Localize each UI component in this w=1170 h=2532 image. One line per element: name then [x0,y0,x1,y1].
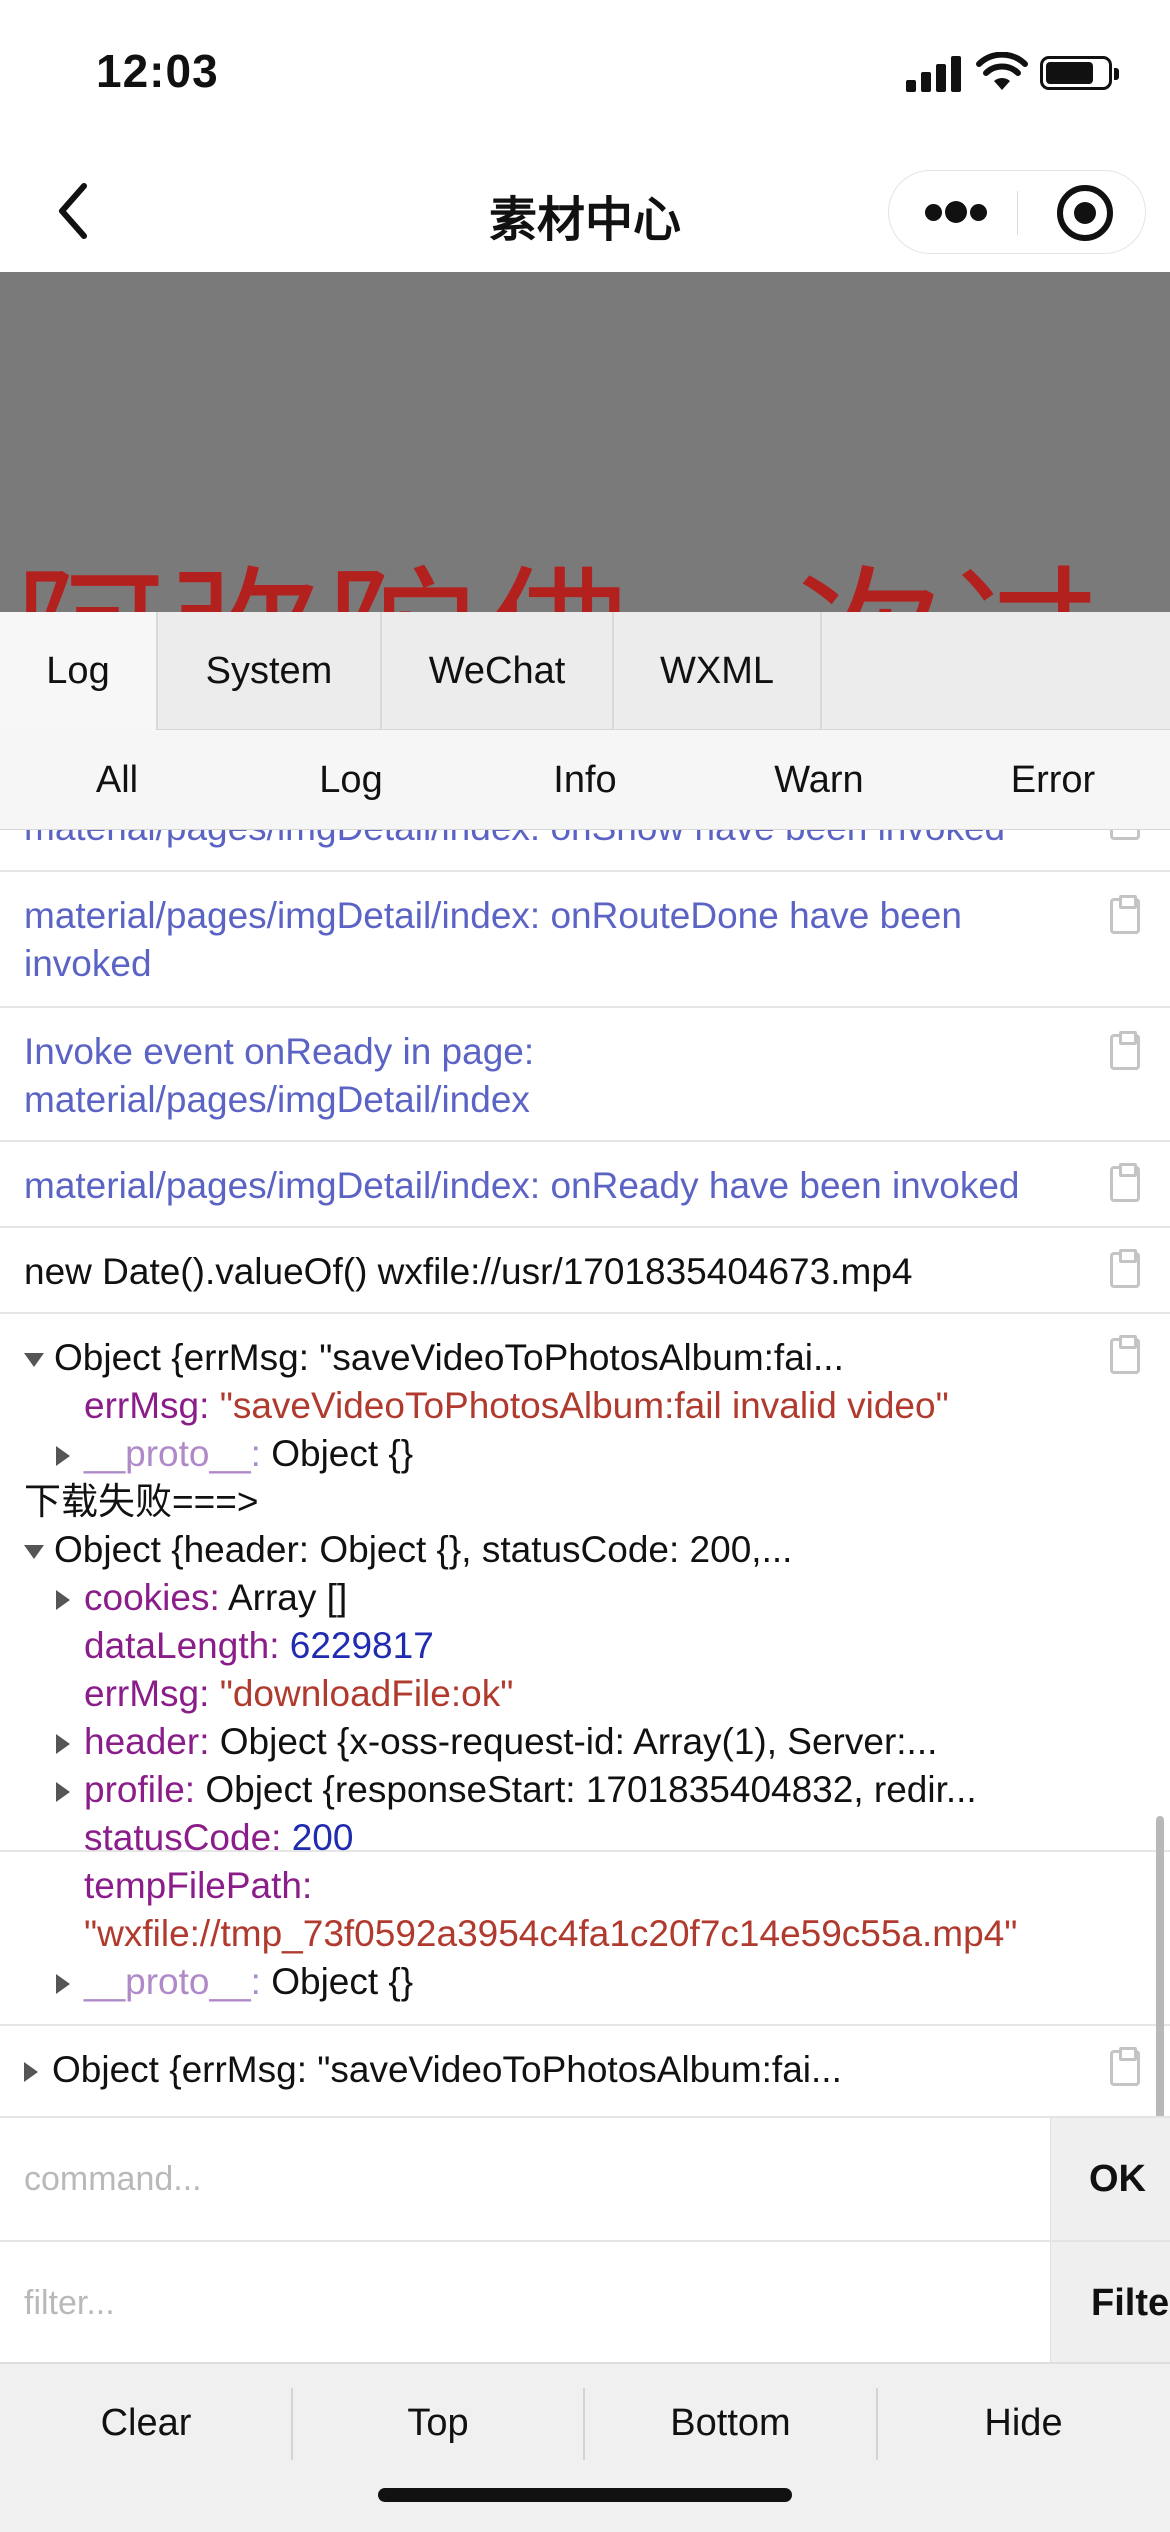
caret-down-icon [24,1545,44,1560]
property-row-profile[interactable]: profile: Object {responseStart: 17018354… [56,1766,977,1814]
vconsole-tabbar: Log System WeChat WXML [0,612,1170,730]
property-row-statuscode: statusCode: 200 [84,1817,354,1858]
more-icon[interactable] [925,201,987,225]
download-fail-message: 下载失败===> [24,1481,259,1522]
subtab-info[interactable]: Info [468,730,702,830]
copy-icon[interactable] [1110,830,1140,840]
tab-system[interactable]: System [158,612,382,730]
caret-right-icon [56,1446,70,1467]
close-target-icon[interactable] [1057,185,1113,241]
caret-right-icon [56,1590,70,1611]
hide-button[interactable]: Hide [877,2364,1170,2482]
property-row: errMsg: "saveVideoToPhotosAlbum:fail inv… [84,1385,949,1426]
property-row-errmsg: errMsg: "downloadFile:ok" [84,1673,514,1714]
filter-button[interactable]: Filter [1050,2242,1170,2364]
subtab-error[interactable]: Error [936,730,1170,830]
tab-wxml[interactable]: WXML [614,612,822,730]
copy-icon[interactable] [1110,1335,1140,1374]
log-message: new Date().valueOf() wxfile://usr/170183… [24,1251,913,1292]
status-time: 12:03 [96,45,219,97]
property-row-datalength: dataLength: 6229817 [84,1625,434,1666]
subtab-warn[interactable]: Warn [702,730,936,830]
subtab-all[interactable]: All [0,730,234,830]
property-row-proto[interactable]: __proto__: Object {} [56,1430,413,1478]
log-message: material/pages/imgDetail/index: onShow h… [24,830,1084,852]
banner-text: 阿弥陀佛一次过 [14,518,1106,612]
status-bar: 12:03 [0,0,1170,150]
miniprogram-capsule [888,170,1146,254]
property-row-proto[interactable]: __proto__: Object {} [56,1958,413,2006]
log-row: material/pages/imgDetail/index: onReady … [0,1142,1170,1228]
log-list[interactable]: material/pages/imgDetail/index: onShow h… [0,830,1170,2120]
object-node-expanded[interactable]: Object {header: Object {}, statusCode: 2… [24,1526,792,1574]
caret-right-icon [56,1734,70,1755]
clear-button[interactable]: Clear [0,2364,292,2482]
copy-icon[interactable] [1110,1031,1140,1070]
property-row-tempfilepath: tempFilePath: [84,1865,313,1906]
bottom-button[interactable]: Bottom [584,2364,877,2482]
property-row-header[interactable]: header: Object {x-oss-request-id: Array(… [56,1718,937,1766]
object-node-collapsed[interactable]: Object {errMsg: "saveVideoToPhotosAlbum:… [24,2046,842,2094]
home-indicator[interactable] [378,2488,792,2502]
log-row: material/pages/imgDetail/index: onShow h… [0,830,1170,872]
log-message: Invoke event onReady in page: material/p… [24,1031,535,1120]
property-row-cookies[interactable]: cookies: Array [] [56,1574,347,1622]
command-ok-button[interactable]: OK [1050,2118,1170,2240]
tab-log[interactable]: Log [0,612,158,730]
log-message: material/pages/imgDetail/index: onRouteD… [24,895,962,984]
cellular-signal-icon [906,56,962,92]
object-node-expanded[interactable]: Object {errMsg: "saveVideoToPhotosAlbum:… [24,1334,844,1382]
log-message: material/pages/imgDetail/index: onReady … [24,1165,1020,1206]
copy-icon[interactable] [1110,2047,1140,2086]
capsule-divider [1017,191,1018,235]
command-input[interactable] [0,2118,1050,2240]
caret-right-icon [56,1782,70,1803]
filter-row: Filter [0,2240,1170,2364]
nav-bar: 素材中心 [0,150,1170,272]
copy-icon[interactable] [1110,895,1140,934]
subtab-log[interactable]: Log [234,730,468,830]
caret-right-icon [24,2062,38,2083]
caret-down-icon [24,1353,44,1368]
vconsole-toolbar: Clear Top Bottom Hide [0,2362,1170,2532]
log-row: Object {errMsg: "saveVideoToPhotosAlbum:… [0,1314,1170,1852]
log-row: material/pages/imgDetail/index: onRouteD… [0,872,1170,1008]
command-row: OK [0,2116,1170,2240]
tab-wechat[interactable]: WeChat [382,612,614,730]
copy-icon[interactable] [1110,1249,1140,1288]
vconsole-panel: Log System WeChat WXML All Log Info Warn… [0,612,1170,2532]
log-row: Invoke event onReady in page: material/p… [0,1008,1170,1142]
caret-right-icon [56,1974,70,1995]
vconsole-subtabbar: All Log Info Warn Error [0,730,1170,830]
log-row: new Date().valueOf() wxfile://usr/170183… [0,1228,1170,1314]
log-row: Object {errMsg: "saveVideoToPhotosAlbum:… [0,2026,1170,2116]
top-button[interactable]: Top [292,2364,584,2482]
copy-icon[interactable] [1110,1163,1140,1202]
battery-icon [1040,56,1119,90]
page-content-background: 阿弥陀佛一次过 [0,272,1170,612]
property-value-tempfilepath: "wxfile://tmp_73f0592a3954c4fa1c20f7c14e… [84,1913,1018,1954]
wifi-icon [976,52,1028,90]
filter-input[interactable] [0,2242,1050,2364]
